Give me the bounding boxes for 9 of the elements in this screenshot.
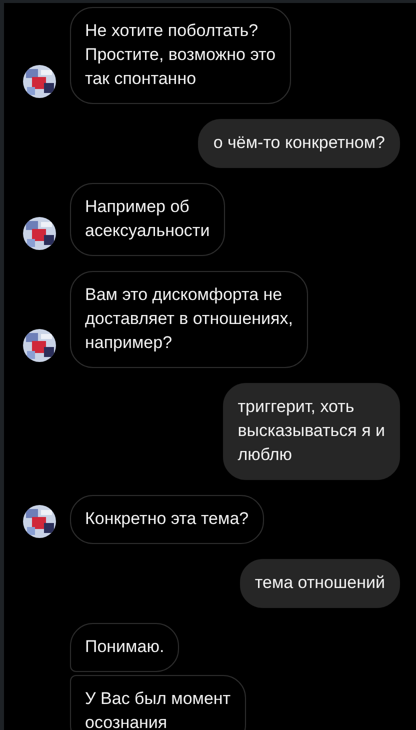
message-bubble: Не хотите поболтать? Простите, возможно это так спонтанно: [70, 7, 291, 104]
message-bubble: У Вас был момент осознания: [70, 675, 246, 730]
message-bubble: триггерит, хоть высказываться я и люблю: [222, 383, 400, 480]
message-bubble: о чём-то конкретном?: [198, 119, 400, 168]
message-bubble: Конкретно эта тема?: [70, 495, 264, 544]
message-bubble: Например об асексуальности: [70, 183, 225, 256]
message-bubble: Вам это дискомфорта не доставляет в отношениях, например?: [70, 271, 308, 368]
message-bubble: тема отношений: [240, 559, 400, 608]
message-bubble: Понимаю.: [70, 623, 180, 672]
